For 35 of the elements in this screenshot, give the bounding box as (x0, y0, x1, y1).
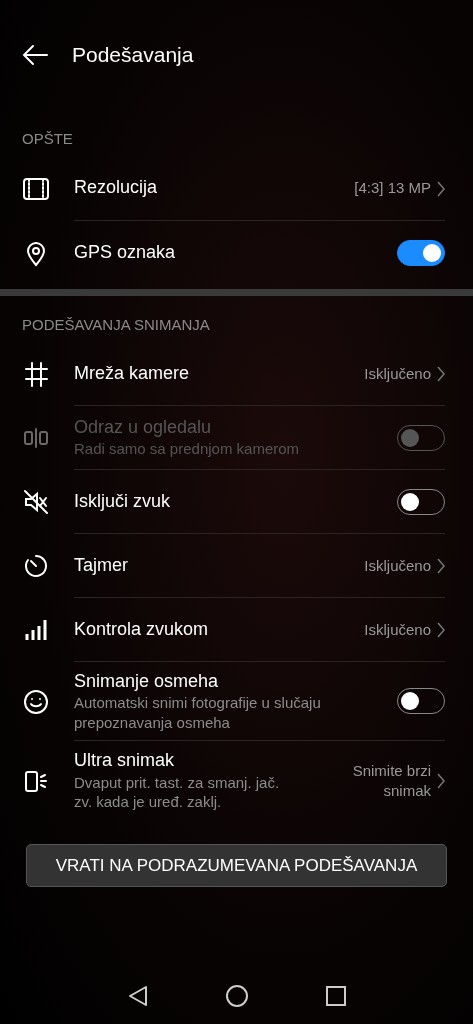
reset-button[interactable]: VRATI NA PODRAZUMEVANA PODEŠAVANJA (26, 843, 447, 888)
page-title: Podešavanja (72, 42, 194, 69)
setting-title: Tajmer (74, 553, 129, 577)
setting-title: Rezolucija (74, 176, 159, 200)
setting-value[interactable]: Snimite brzi snimak (321, 761, 431, 801)
home-nav-icon[interactable] (225, 985, 248, 1007)
toggle-switch[interactable] (397, 239, 445, 266)
grid-icon (22, 360, 50, 388)
setting-value[interactable]: Isključeno (364, 555, 431, 576)
setting-title: Snimanje osmeha (74, 670, 220, 693)
setting-value[interactable]: [4:3] 13 MP (354, 178, 431, 198)
section-header: OPŠTE (21, 129, 74, 149)
timer-icon (22, 552, 50, 580)
chevron-right-icon (437, 180, 445, 197)
setting-title: Odraz u ogledalu (74, 416, 213, 440)
setting-description: Radi samo sa prednjom kamerom (74, 439, 301, 459)
setting-title: Isključi zvuk (74, 489, 172, 513)
mute-icon (22, 488, 50, 516)
setting-title: GPS oznaka (74, 240, 177, 264)
setting-value[interactable]: Isključeno (364, 363, 431, 384)
setting-title: Mreža kamere (74, 361, 191, 385)
chevron-right-icon (437, 773, 445, 790)
chevron-right-icon (437, 366, 445, 383)
back-nav-icon[interactable] (127, 985, 148, 1007)
setting-value[interactable]: Isključeno (364, 619, 431, 640)
chevron-right-icon (437, 558, 445, 575)
setting-description: Dvaput prit. tast. za smanj. jač. zv. kada je uređ. zaklj. (74, 772, 281, 812)
section-header: PODEŠAVANJA SNIMANJA (21, 314, 211, 335)
setting-title: Ultra snimak (74, 749, 176, 773)
chevron-right-icon (437, 622, 445, 639)
smiley-icon (22, 687, 50, 716)
back-icon[interactable] (22, 44, 48, 66)
setting-description: Automatski snimi fotografije u slučaju prepoznavanja osmeha (74, 693, 322, 733)
setting-title: Kontrola zvukom (74, 617, 210, 641)
recents-nav-icon[interactable] (325, 986, 346, 1006)
